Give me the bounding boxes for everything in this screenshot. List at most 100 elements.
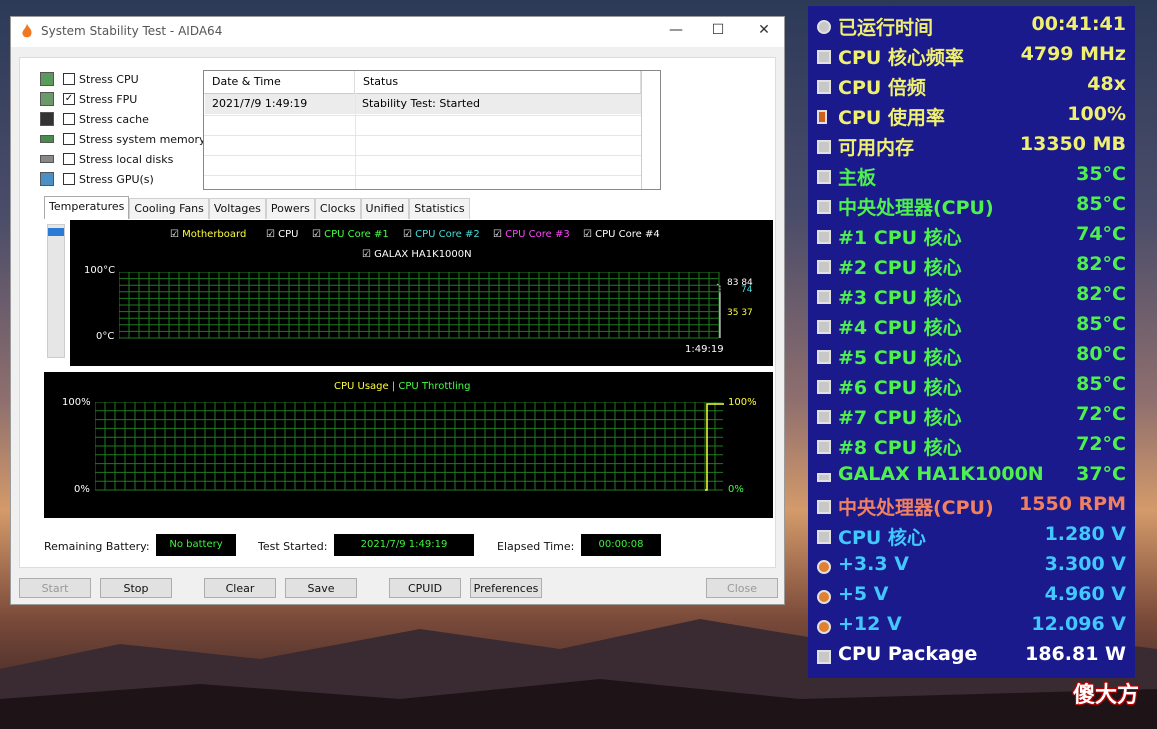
stress-disks-option[interactable]: Stress local disks (40, 150, 173, 168)
stress-fpu-label: Stress FPU (79, 92, 138, 106)
table-row[interactable]: 2021/7/9 1:49:19 Stability Test: Started (205, 94, 641, 114)
elapsed-time-value: 00:00:08 (581, 534, 661, 556)
bolt-icon (817, 560, 831, 574)
usage-right-bottom: 0% (728, 484, 744, 495)
tab-cooling-fans[interactable]: Cooling Fans (129, 198, 209, 219)
hourglass-icon (817, 110, 827, 124)
tab-temperatures[interactable]: Temperatures (44, 196, 130, 219)
stress-gpu-option[interactable]: Stress GPU(s) (40, 170, 154, 188)
stress-cpu-label: Stress CPU (79, 72, 139, 86)
overlay-label: 可用内存 (838, 137, 915, 159)
chip-icon (817, 200, 831, 214)
minimize-button[interactable]: — (666, 22, 686, 38)
overlay-row: +3.3 V 3.300 V (808, 552, 1135, 582)
overlay-value: 85°C (1076, 193, 1126, 215)
legend-cpu-throttling[interactable]: CPU Throttling (398, 381, 470, 392)
overlay-label: +12 V (838, 613, 902, 635)
overlay-label: 已运行时间 (838, 17, 934, 39)
chip-icon (817, 230, 831, 244)
overlay-value: 4.960 V (1044, 583, 1126, 605)
graph-scroll-slider[interactable] (47, 224, 65, 358)
overlay-value: 1550 RPM (1019, 493, 1126, 515)
temp-y-top: 100°C (84, 265, 116, 276)
legend-cpu-usage[interactable]: CPU Usage (334, 381, 389, 392)
preferences-button[interactable]: Preferences (470, 578, 542, 598)
overlay-value: 1.280 V (1044, 523, 1126, 545)
legend-cpu-core-4[interactable]: ☑ CPU Core #4 (583, 229, 660, 240)
stress-cache-checkbox[interactable] (63, 113, 75, 125)
overlay-label: GALAX HA1K1000N (838, 463, 1044, 485)
legend-cpu-core-1[interactable]: ☑ CPU Core #1 (312, 229, 389, 240)
save-button[interactable]: Save (285, 578, 357, 598)
clear-button[interactable]: Clear (204, 578, 276, 598)
overlay-value: 82°C (1076, 253, 1126, 275)
overlay-row: CPU 使用率 100% (808, 102, 1135, 132)
overlay-value: 37°C (1076, 463, 1126, 485)
overlay-label: #3 CPU 核心 (838, 287, 962, 309)
memory-icon (40, 135, 54, 143)
legend-cpu-core-3[interactable]: ☑ CPU Core #3 (493, 229, 570, 240)
stress-gpu-checkbox[interactable] (63, 173, 75, 185)
stress-memory-option[interactable]: Stress system memory (40, 130, 206, 148)
column-header-datetime[interactable]: Date & Time (204, 71, 355, 93)
tab-powers[interactable]: Powers (265, 198, 315, 219)
status-log-table[interactable]: Date & Time Status 2021/7/9 1:49:19 Stab… (203, 70, 661, 190)
overlay-row: #3 CPU 核心 82°C (808, 282, 1135, 312)
memory-icon (817, 140, 831, 154)
battery-value: No battery (156, 534, 236, 556)
battery-label: Remaining Battery: (44, 540, 150, 553)
stress-cpu-checkbox[interactable] (63, 73, 75, 85)
overlay-row: GALAX HA1K1000N 37°C (808, 462, 1135, 492)
disk-icon (817, 473, 831, 482)
chip-icon (817, 440, 831, 454)
stress-cache-option[interactable]: Stress cache (40, 110, 149, 128)
column-header-status[interactable]: Status (355, 71, 641, 93)
overlay-label: #4 CPU 核心 (838, 317, 962, 339)
chip-icon (817, 50, 831, 64)
close-window-button[interactable]: ✕ (754, 22, 774, 38)
cpuid-button[interactable]: CPUID (389, 578, 461, 598)
stress-disks-label: Stress local disks (79, 152, 174, 166)
temperature-graph: ☑ Motherboard ☑ CPU ☑ CPU Core #1 ☑ CPU … (70, 220, 773, 366)
legend-cpu-core-2[interactable]: ☑ CPU Core #2 (403, 229, 480, 240)
overlay-row: 中央处理器(CPU) 1550 RPM (808, 492, 1135, 522)
tab-statistics[interactable]: Statistics (409, 198, 470, 219)
stress-fpu-checkbox[interactable]: ✓ (63, 93, 75, 105)
bolt-icon (817, 590, 831, 604)
tab-voltages[interactable]: Voltages (208, 198, 266, 219)
chip-icon (817, 320, 831, 334)
bolt-icon (817, 620, 831, 634)
main-panel: Stress CPU ✓ Stress FPU Stress cache Str… (19, 57, 776, 568)
cache-icon (40, 112, 54, 126)
title-bar[interactable]: System Stability Test - AIDA64 — ☐ ✕ (11, 17, 784, 47)
overlay-row: #2 CPU 核心 82°C (808, 252, 1135, 282)
stress-disks-checkbox[interactable] (63, 153, 75, 165)
overlay-row: 主板 35°C (808, 162, 1135, 192)
chip-icon (817, 500, 831, 514)
overlay-row: 可用内存 13350 MB (808, 132, 1135, 162)
tab-unified[interactable]: Unified (360, 198, 410, 219)
overlay-label: CPU 核心频率 (838, 47, 964, 69)
temp-end-low: 35 37 (727, 308, 753, 318)
close-button[interactable]: Close (706, 578, 778, 598)
stress-fpu-option[interactable]: ✓ Stress FPU (40, 90, 137, 108)
stress-memory-checkbox[interactable] (63, 133, 75, 145)
stop-button[interactable]: Stop (100, 578, 172, 598)
overlay-value: 3.300 V (1044, 553, 1126, 575)
tab-clocks[interactable]: Clocks (314, 198, 361, 219)
overlay-row: CPU 倍频 48x (808, 72, 1135, 102)
start-button[interactable]: Start (19, 578, 91, 598)
cpu-usage-graph: CPU Usage | CPU Throttling 100% 0% 100% … (44, 372, 773, 518)
slider-thumb[interactable] (48, 228, 64, 236)
legend-motherboard[interactable]: ☑ Motherboard (170, 229, 246, 240)
overlay-value: 82°C (1076, 283, 1126, 305)
legend-galax-ssd[interactable]: ☑ GALAX HA1K1000N (362, 249, 472, 260)
overlay-label: 中央处理器(CPU) (838, 497, 994, 519)
stress-cpu-option[interactable]: Stress CPU (40, 70, 139, 88)
legend-cpu[interactable]: ☑ CPU (266, 229, 299, 240)
overlay-value: 48x (1087, 73, 1126, 95)
stress-memory-label: Stress system memory (79, 132, 206, 146)
maximize-button[interactable]: ☐ (708, 22, 728, 38)
temp-y-bottom: 0°C (96, 331, 115, 342)
overlay-label: #1 CPU 核心 (838, 227, 962, 249)
